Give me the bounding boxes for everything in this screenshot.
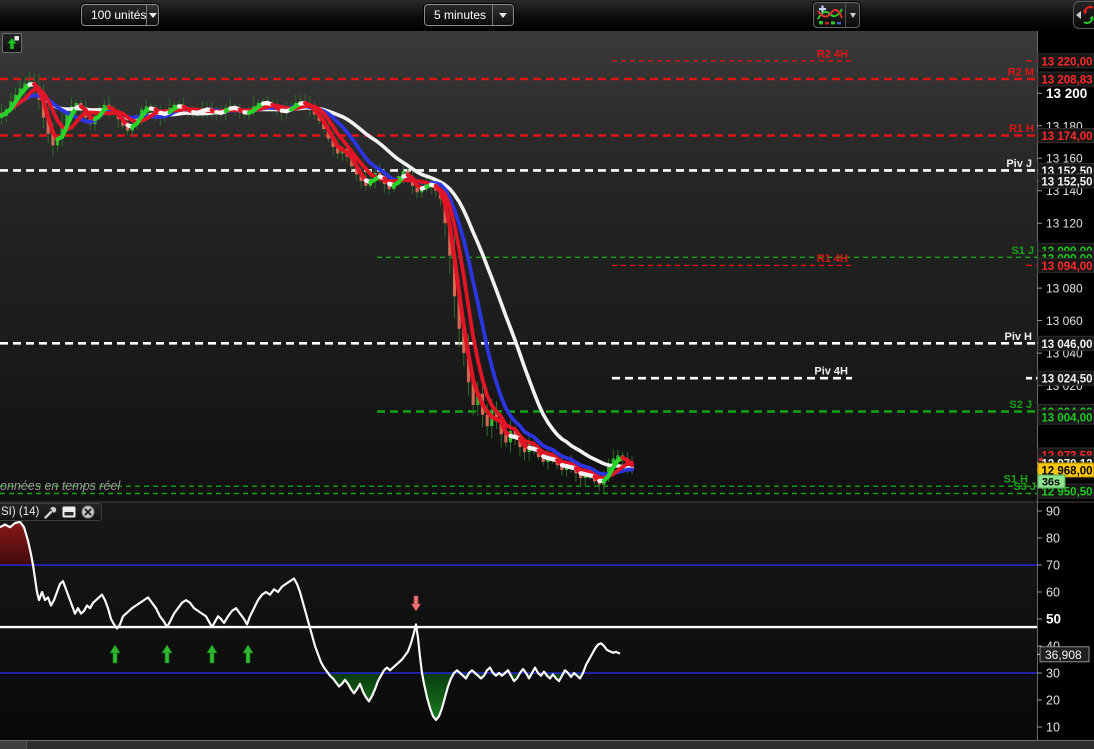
units-dropdown[interactable]: 100 unités <box>81 4 159 26</box>
svg-text:S3 J: S3 J <box>1013 481 1036 493</box>
svg-text:50: 50 <box>1046 612 1061 627</box>
svg-text:20: 20 <box>1046 694 1060 708</box>
refresh-button[interactable] <box>1073 1 1094 29</box>
svg-text:90: 90 <box>1046 505 1060 519</box>
chevron-down-icon[interactable] <box>492 5 513 25</box>
close-icon[interactable] <box>81 505 95 519</box>
svg-text:70: 70 <box>1046 559 1060 573</box>
svg-text:13 024,50: 13 024,50 <box>1041 374 1092 386</box>
svg-text:10: 10 <box>1046 721 1060 735</box>
svg-text:80: 80 <box>1046 532 1060 546</box>
svg-text:Piv H: Piv H <box>1004 331 1032 343</box>
svg-text:13 220,00: 13 220,00 <box>1041 56 1092 68</box>
price-chart-canvas[interactable]: R2 4H R2 M R1 H Piv J S1 J R1 4H Piv H Piv 4H S2… <box>0 0 1094 749</box>
units-dropdown-value: 100 unités <box>91 8 147 22</box>
svg-text:Piv 4H: Piv 4H <box>814 366 848 378</box>
top-toolbar: 100 unités 5 minutes <box>0 0 1094 31</box>
restore-panel-icon <box>6 36 19 50</box>
svg-text:36,908: 36,908 <box>1045 648 1082 662</box>
rsi-indicator-header: SI) (14) <box>0 503 103 521</box>
svg-text:13 080: 13 080 <box>1046 282 1083 296</box>
svg-text:13 046,00: 13 046,00 <box>1041 339 1092 351</box>
svg-text:13 094,00: 13 094,00 <box>1041 261 1092 273</box>
properties-icon[interactable] <box>62 506 76 518</box>
svg-text:13 004,00: 13 004,00 <box>1041 413 1092 425</box>
timeframe-dropdown-value: 5 minutes <box>434 8 487 22</box>
svg-text:13 174,00: 13 174,00 <box>1041 131 1092 143</box>
svg-text:R1 4H: R1 4H <box>817 253 848 265</box>
svg-text:13 120: 13 120 <box>1046 217 1083 231</box>
svg-text:36s: 36s <box>1042 477 1060 489</box>
svg-text:Piv J: Piv J <box>1006 158 1032 170</box>
svg-text:13 200: 13 200 <box>1046 86 1087 101</box>
timeframe-dropdown[interactable]: 5 minutes <box>424 4 514 26</box>
restore-panel-button[interactable] <box>2 33 22 53</box>
refresh-arrows-icon <box>1082 3 1094 27</box>
svg-text:60: 60 <box>1046 586 1060 600</box>
rsi-indicator-title: SI) (14) <box>1 506 40 518</box>
svg-text:30: 30 <box>1046 667 1060 681</box>
svg-text:13 152,50: 13 152,50 <box>1041 177 1092 189</box>
svg-text:S2 J: S2 J <box>1009 399 1032 411</box>
collapse-left-icon <box>1076 11 1081 19</box>
indicator-wave-icon <box>814 3 845 27</box>
svg-text:S1 J: S1 J <box>1011 245 1034 257</box>
svg-text:13 060: 13 060 <box>1046 314 1083 328</box>
chevron-down-icon[interactable] <box>845 3 859 27</box>
svg-text:R2 M: R2 M <box>1008 67 1034 79</box>
add-indicator-button[interactable] <box>813 2 860 28</box>
trading-platform-window: R2 4H R2 M R1 H Piv J S1 J R1 4H Piv H Piv 4H S2… <box>0 0 1094 749</box>
chevron-down-icon[interactable] <box>146 5 158 25</box>
svg-text:13 208,83: 13 208,83 <box>1041 75 1092 87</box>
svg-text:R1 H: R1 H <box>1009 123 1034 135</box>
svg-text:R2 4H: R2 4H <box>817 48 848 60</box>
wrench-icon[interactable] <box>44 506 57 519</box>
chart-stage: R2 4H R2 M R1 H Piv J S1 J R1 4H Piv H Piv 4H S2… <box>0 0 1094 749</box>
